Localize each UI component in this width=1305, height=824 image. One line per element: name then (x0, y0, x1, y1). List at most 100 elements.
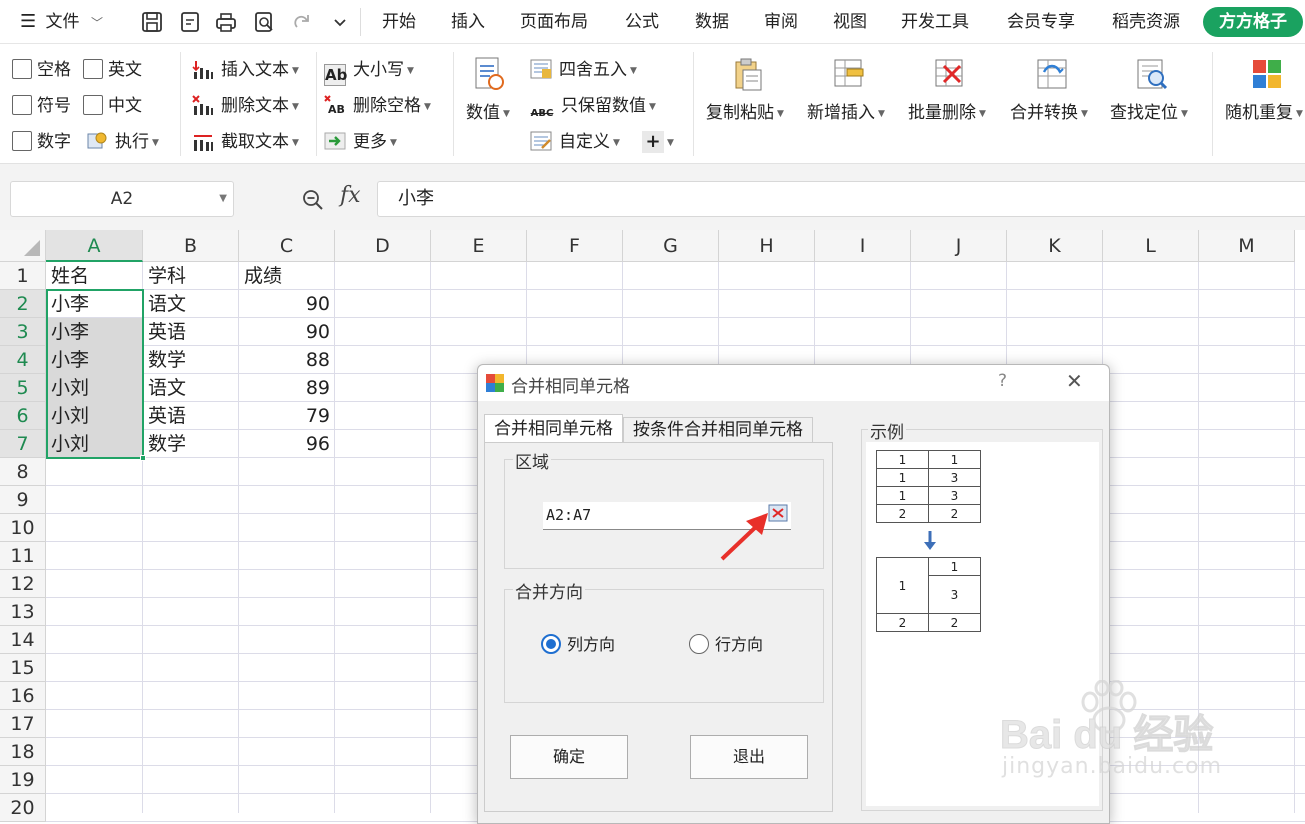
copy-paste-button[interactable]: 复制粘贴 ▼ (706, 98, 784, 123)
tab-fangfang[interactable]: 方方格子 (1203, 7, 1303, 37)
data-cell[interactable]: 小李 (46, 290, 143, 318)
row-header-18[interactable]: 18 (0, 738, 46, 766)
column-header-i[interactable]: I (815, 230, 911, 262)
data-cell[interactable]: 数学 (143, 430, 239, 458)
column-header-a[interactable]: A (46, 230, 143, 262)
tab-view[interactable]: 视图 (833, 0, 867, 44)
round-button[interactable]: 四舍五入 ▼ (530, 56, 637, 84)
insert-text-button[interactable]: 插入文本 ▼ (192, 56, 299, 84)
row-header-11[interactable]: 11 (0, 542, 46, 570)
row-header-17[interactable]: 17 (0, 710, 46, 738)
row-header-14[interactable]: 14 (0, 626, 46, 654)
delete-space-button[interactable]: AB 删除空格 ▼ (324, 92, 431, 120)
zoom-formula-icon[interactable] (301, 188, 325, 212)
data-cell[interactable]: 小李 (46, 346, 143, 374)
random-repeat-button[interactable]: 随机重复 ▼ (1225, 98, 1303, 123)
data-cell[interactable]: 数学 (143, 346, 239, 374)
data-cell[interactable]: 88 (239, 346, 335, 374)
help-icon[interactable]: ? (998, 371, 1007, 391)
formula-input[interactable]: 小李 (377, 181, 1305, 217)
row-header-20[interactable]: 20 (0, 794, 46, 822)
tab-review[interactable]: 审阅 (764, 0, 798, 44)
tab-developer[interactable]: 开发工具 (901, 0, 969, 44)
checkbox-box[interactable] (12, 95, 32, 115)
tab-data[interactable]: 数据 (695, 0, 729, 44)
row-header-15[interactable]: 15 (0, 654, 46, 682)
find-locate-button[interactable]: 查找定位 ▼ (1110, 98, 1188, 123)
batch-delete-button[interactable]: 批量删除 ▼ (908, 98, 986, 123)
tab-formula[interactable]: 公式 (625, 0, 659, 44)
row-header-10[interactable]: 10 (0, 514, 46, 542)
row-header-8[interactable]: 8 (0, 458, 46, 486)
row-header-19[interactable]: 19 (0, 766, 46, 794)
close-icon[interactable]: ✕ (1066, 369, 1083, 393)
ok-button[interactable]: 确定 (510, 735, 628, 779)
column-header-j[interactable]: J (911, 230, 1007, 262)
row-header-4[interactable]: 4 (0, 346, 46, 374)
row-header-5[interactable]: 5 (0, 374, 46, 402)
row-header-6[interactable]: 6 (0, 402, 46, 430)
data-cell[interactable]: 90 (239, 290, 335, 318)
more-dropdown-icon[interactable] (328, 10, 352, 34)
column-header-k[interactable]: K (1007, 230, 1103, 262)
execute-button[interactable]: 执行 ▼ (86, 128, 159, 156)
tab-conditional-merge[interactable]: 按条件合并相同单元格 (623, 417, 813, 443)
column-header-b[interactable]: B (143, 230, 239, 262)
checkbox-box[interactable] (12, 59, 32, 79)
data-cell[interactable]: 小李 (46, 318, 143, 346)
tab-start[interactable]: 开始 (382, 0, 416, 44)
row-header-7[interactable]: 7 (0, 430, 46, 458)
checkbox-chinese[interactable]: 中文 (83, 92, 142, 120)
column-header-l[interactable]: L (1103, 230, 1199, 262)
extract-text-button[interactable]: 截取文本 ▼ (192, 128, 299, 156)
data-cell[interactable]: 语文 (143, 374, 239, 402)
more-button[interactable]: 更多 ▼ (324, 128, 397, 156)
column-header-m[interactable]: M (1199, 230, 1295, 262)
radio-selected-icon[interactable] (541, 634, 561, 654)
checkbox-number[interactable]: 数字 (12, 128, 71, 156)
custom-button[interactable]: 自定义 ▼ (530, 128, 620, 156)
column-header-g[interactable]: G (623, 230, 719, 262)
new-insert-button[interactable]: 新增插入 ▼ (807, 98, 885, 123)
row-header-2[interactable]: 2 (0, 290, 46, 318)
fx-icon[interactable]: fx (340, 183, 361, 208)
column-header-e[interactable]: E (431, 230, 527, 262)
column-header-c[interactable]: C (239, 230, 335, 262)
select-all-corner[interactable] (0, 230, 46, 262)
column-header-f[interactable]: F (527, 230, 623, 262)
checkbox-box[interactable] (12, 131, 32, 151)
header-cell[interactable]: 学科 (143, 262, 239, 290)
data-cell[interactable]: 96 (239, 430, 335, 458)
save-icon[interactable] (140, 10, 164, 34)
data-cell[interactable]: 小刘 (46, 402, 143, 430)
data-cell[interactable]: 英语 (143, 318, 239, 346)
merge-convert-button[interactable]: 合并转换 ▼ (1010, 98, 1088, 123)
data-cell[interactable]: 语文 (143, 290, 239, 318)
delete-text-button[interactable]: 删除文本 ▼ (192, 92, 299, 120)
row-header-1[interactable]: 1 (0, 262, 46, 290)
fill-handle[interactable] (140, 455, 146, 461)
export-icon[interactable] (178, 10, 202, 34)
tab-insert[interactable]: 插入 (451, 0, 485, 44)
row-header-12[interactable]: 12 (0, 570, 46, 598)
radio-unselected-icon[interactable] (689, 634, 709, 654)
print-preview-icon[interactable] (252, 10, 276, 34)
data-cell[interactable]: 小刘 (46, 430, 143, 458)
exit-button[interactable]: 退出 (690, 735, 808, 779)
plus-button[interactable]: + ▼ (642, 128, 674, 156)
data-cell[interactable]: 89 (239, 374, 335, 402)
row-header-9[interactable]: 9 (0, 486, 46, 514)
tab-page-layout[interactable]: 页面布局 (520, 0, 588, 44)
row-header-16[interactable]: 16 (0, 682, 46, 710)
checkbox-english[interactable]: 英文 (83, 56, 142, 84)
print-icon[interactable] (214, 10, 238, 34)
radio-column-direction[interactable]: 列方向 (541, 634, 615, 656)
checkbox-space[interactable]: 空格 (12, 56, 71, 84)
redo-icon[interactable] (290, 10, 314, 34)
data-cell[interactable]: 79 (239, 402, 335, 430)
tab-member[interactable]: 会员专享 (1007, 0, 1075, 44)
header-cell[interactable]: 成绩 (239, 262, 335, 290)
row-header-13[interactable]: 13 (0, 598, 46, 626)
column-header-d[interactable]: D (335, 230, 431, 262)
row-header-3[interactable]: 3 (0, 318, 46, 346)
